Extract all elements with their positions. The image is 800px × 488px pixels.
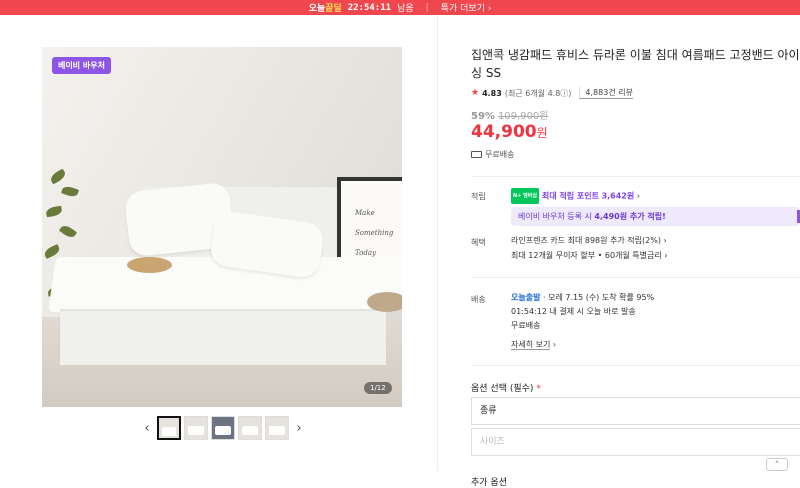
npay-membership-icon: N+ 멤버십 [511, 188, 539, 204]
sale-price: 44,900원 [471, 122, 548, 142]
thumbnail[interactable] [184, 416, 208, 440]
option-label: 옵션 선택 (필수) * [471, 384, 541, 394]
benefit-label: 혜택 [471, 238, 486, 247]
free-shipping: 무료배송 [471, 149, 514, 160]
original-price: 109,900원 [497, 111, 549, 122]
divider: | [425, 2, 429, 13]
extra-option-label: 추가 옵션 [471, 478, 507, 488]
delivery-cutoff: 01:54:12 내 결제 시 오늘 바로 발송 [511, 307, 636, 316]
chevron-right-icon: › [664, 251, 668, 260]
option-select-size[interactable]: 사이즈 [471, 428, 800, 456]
round-cushion [367, 292, 402, 312]
delivery-fee: 무료배송 [511, 321, 541, 330]
thumbnail[interactable] [211, 416, 235, 440]
thumbnail[interactable] [157, 416, 181, 440]
option-select-type[interactable]: 종류 [471, 397, 800, 425]
thumbnail-strip: ‹ › [140, 416, 306, 440]
delivery-detail-link[interactable]: 자세히 보기 › [511, 338, 556, 352]
benefit-installment-row[interactable]: 최대 12개월 무이자 할부 • 60개월 특별금리 › [511, 249, 668, 263]
chevron-right-icon: › [552, 340, 557, 349]
divider [471, 277, 800, 278]
thumbnail[interactable] [238, 416, 262, 440]
tray [127, 257, 172, 273]
thumbnail[interactable] [265, 416, 289, 440]
scroll-top-button[interactable]: ⌃ [766, 458, 788, 471]
chevron-up-icon: ⌃ [774, 460, 780, 468]
rating-subtext[interactable]: (최근 6개월 4.8ⓘ) [505, 88, 572, 99]
discount-row: 59% 109,900원 [471, 107, 549, 122]
points-label: 적립 [471, 192, 486, 201]
voucher-banner[interactable]: 베이비 바우처 등록 시 4,490원 추가 적립! [511, 207, 800, 226]
chevron-right-icon: › [636, 191, 640, 201]
chevron-right-icon[interactable]: › [292, 421, 306, 436]
rating-row: ★ 4.83 (최근 6개월 4.8ⓘ) 4,883건 리뷰 [471, 87, 633, 99]
review-count-link[interactable]: 4,883건 리뷰 [579, 87, 633, 99]
chevron-right-icon: › [487, 4, 492, 14]
divider [471, 176, 800, 177]
deal-banner[interactable]: 오늘끝딜 22:54:11 남음 | 특가 더보기 › [0, 0, 800, 15]
rating-score: 4.83 [482, 88, 502, 98]
star-icon: ★ [471, 88, 480, 98]
more-deals-link[interactable]: 특가 더보기 › [441, 1, 492, 14]
delivery-arrival: 오늘출발 · 모레 7.15 (수) 도착 확률 95% [511, 293, 655, 302]
discount-percent: 59% [471, 111, 495, 122]
today-deal-label: 오늘끝딜 [308, 4, 342, 14]
today-departure: 오늘출발 [511, 293, 541, 302]
points-row[interactable]: N+ 멤버십 최대 적립 포인트 3,642원 › [511, 188, 640, 204]
truck-icon [471, 151, 482, 158]
voucher-badge: 베이비 바우처 [52, 57, 111, 74]
remain-label: 남음 [397, 4, 414, 14]
product-main-image[interactable]: Make Something Today [42, 47, 402, 407]
image-counter: 1/12 [364, 382, 392, 394]
cooling-pad-side [60, 309, 386, 365]
product-info: 집앤콕 냉감패드 휴비스 듀라론 이불 침대 여름패드 고정밴드 아이싱 SS … [471, 15, 800, 488]
chevron-right-icon: › [663, 236, 667, 245]
countdown-timer: 22:54:11 [347, 2, 392, 13]
delivery-label: 배송 [471, 295, 486, 304]
chevron-left-icon[interactable]: ‹ [140, 421, 154, 436]
divider [471, 365, 800, 366]
benefit-card-row[interactable]: 라인프렌즈 카드 최대 898원 추가 적립(2%) › [511, 234, 667, 248]
product-title: 집앤콕 냉감패드 휴비스 듀라론 이불 침대 여름패드 고정밴드 아이싱 SS [471, 48, 800, 80]
